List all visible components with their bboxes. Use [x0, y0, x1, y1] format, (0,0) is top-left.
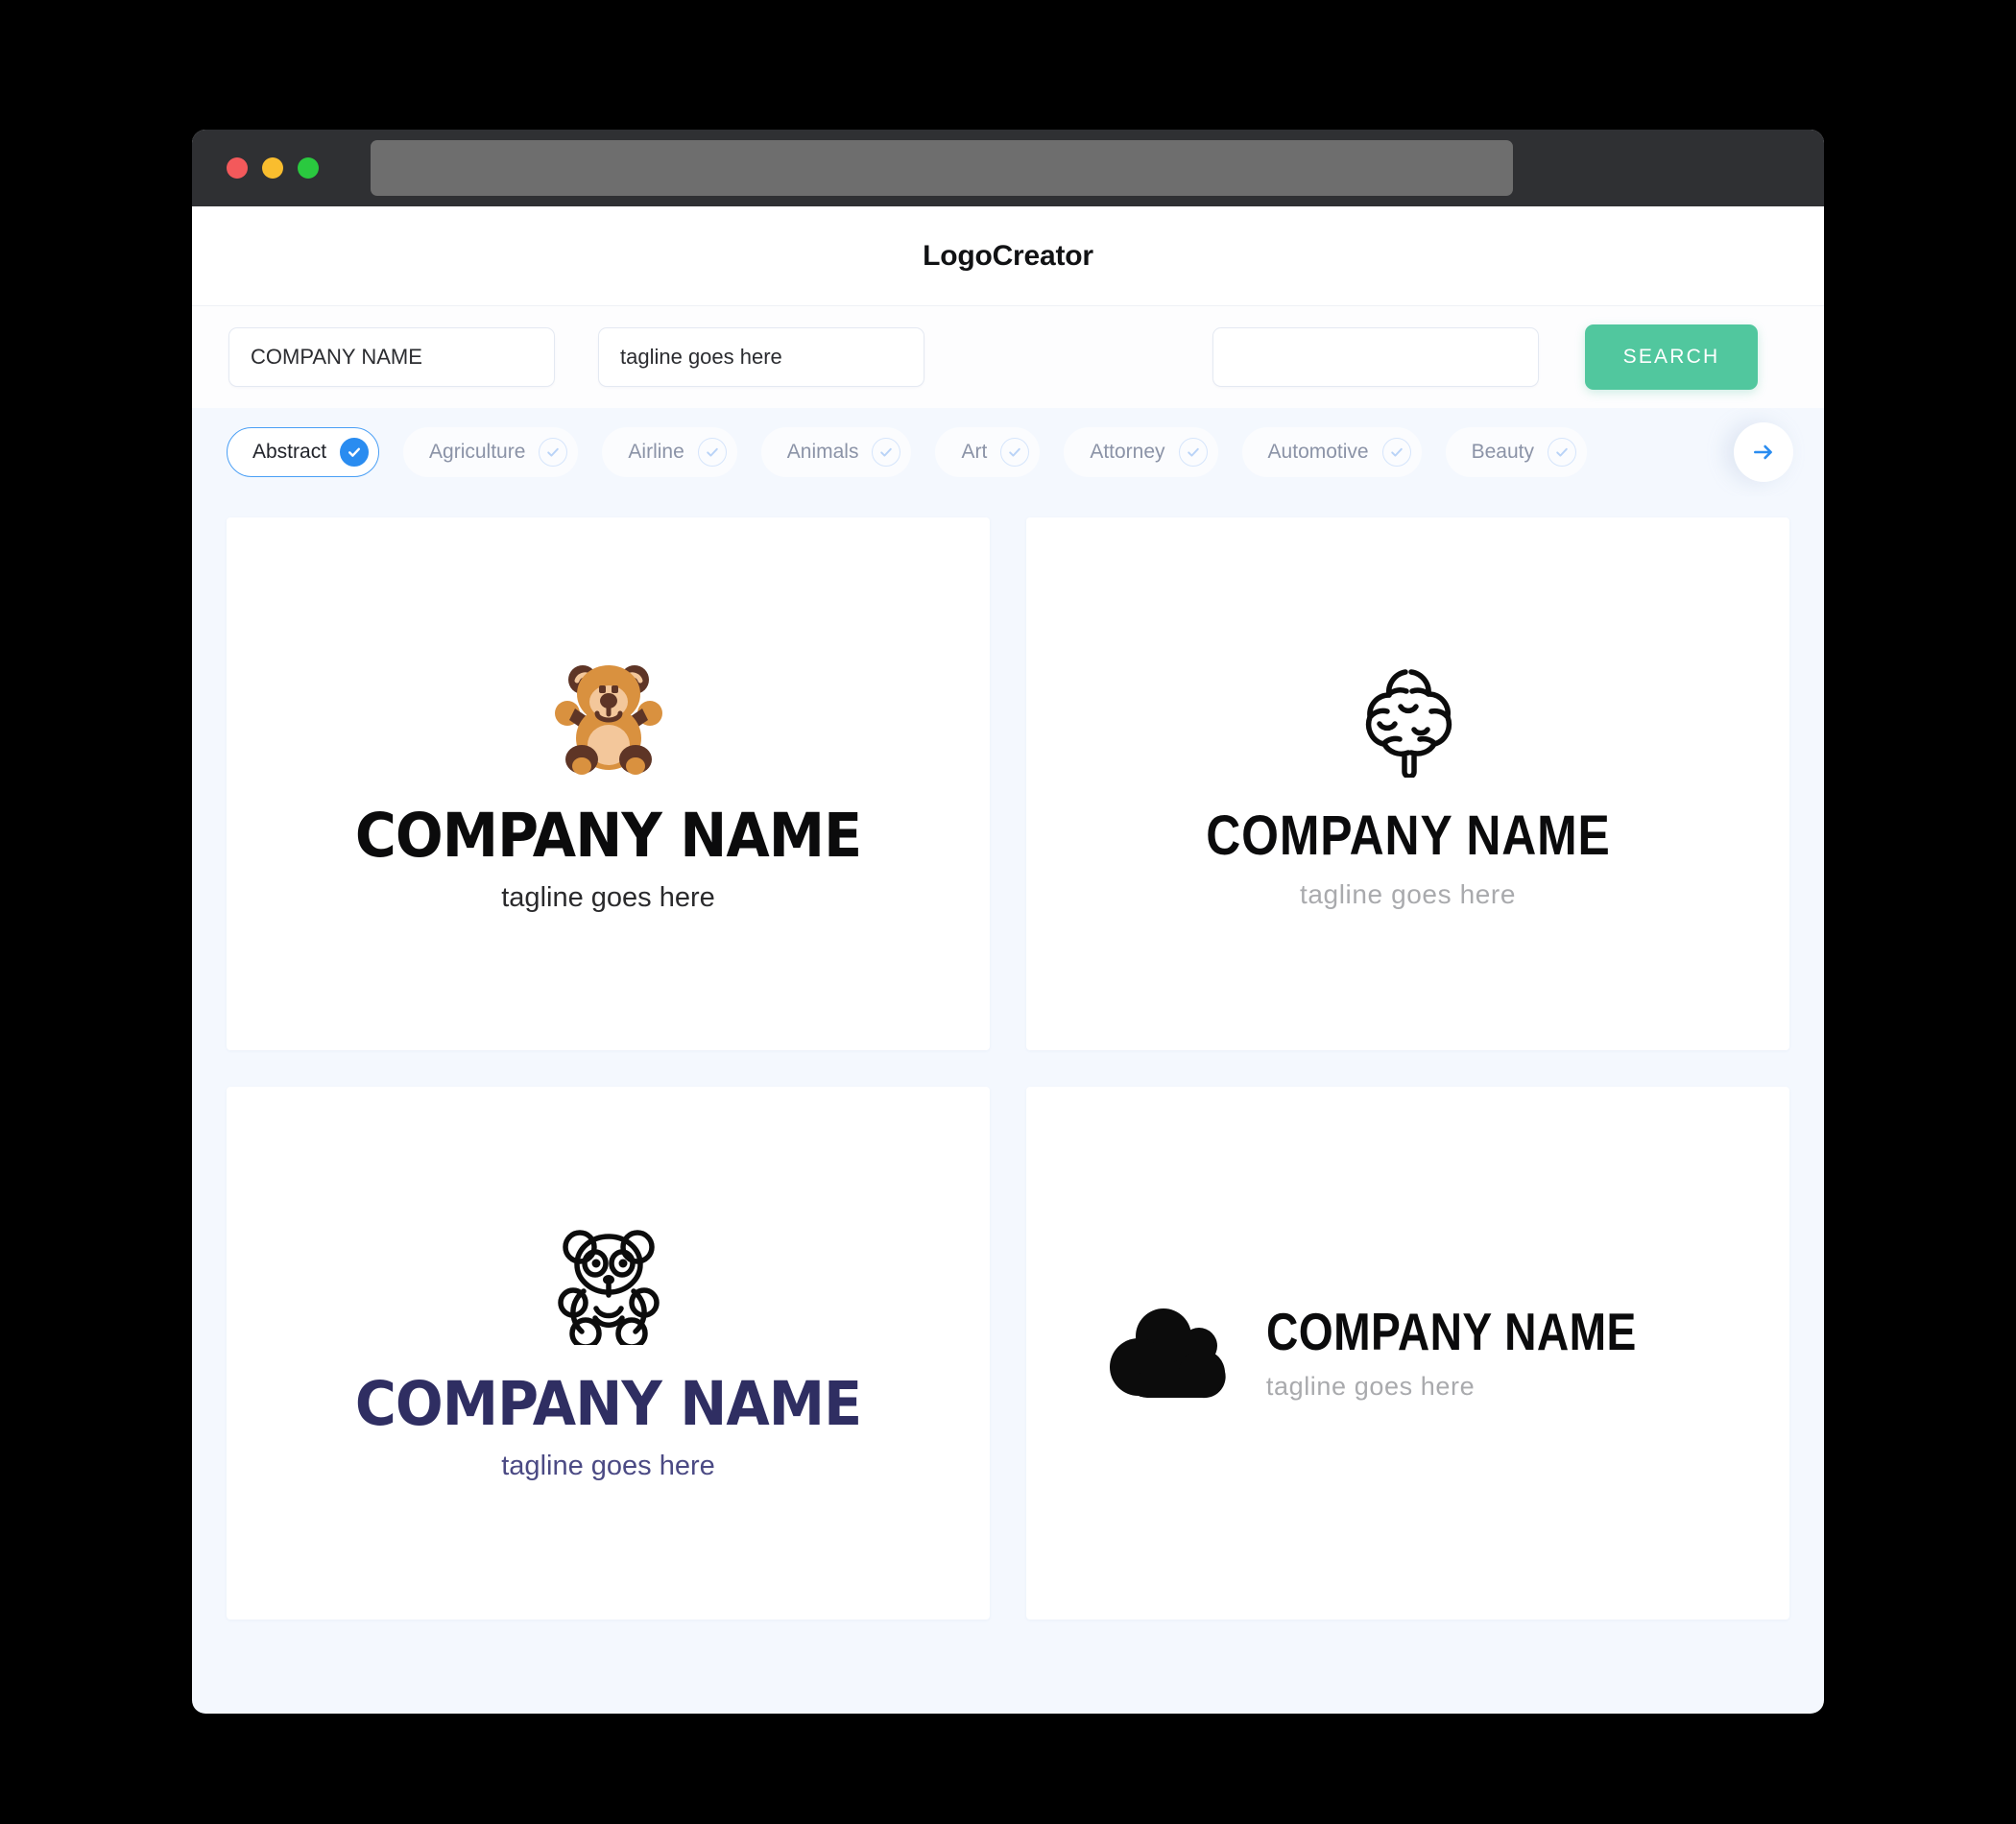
logo-tagline: tagline goes here — [1265, 1371, 1476, 1401]
page-title: LogoCreator — [923, 239, 1093, 272]
category-chip-abstract[interactable]: Abstract — [227, 427, 380, 477]
next-categories-button[interactable] — [1734, 422, 1793, 482]
check-icon — [1178, 438, 1208, 467]
panda-outline-icon — [557, 1230, 660, 1345]
category-chip-label: Beauty — [1471, 441, 1534, 463]
check-icon — [1381, 438, 1411, 467]
logo-company-name: COMPANY NAME — [1265, 1301, 1637, 1361]
category-chip-label: Automotive — [1267, 441, 1369, 463]
window-controls — [227, 157, 319, 179]
category-chip-label: Agriculture — [429, 441, 526, 463]
category-chip-automotive[interactable]: Automotive — [1241, 427, 1422, 477]
check-icon — [1000, 438, 1030, 467]
minimize-window-button[interactable] — [262, 157, 283, 179]
close-window-button[interactable] — [227, 157, 248, 179]
logo-card[interactable]: COMPANY NAME tagline goes here — [1026, 517, 1789, 1050]
check-icon — [340, 438, 370, 467]
logo-preview: COMPANY NAME tagline goes here — [336, 1224, 880, 1482]
browser-titlebar — [192, 130, 1824, 206]
category-chip-label: Animals — [786, 441, 859, 463]
logo-tagline: tagline goes here — [1299, 878, 1517, 909]
cloud-icon — [1109, 1308, 1226, 1398]
logo-card[interactable]: COMPANY NAME tagline goes here — [227, 517, 990, 1050]
app-header: LogoCreator — [192, 206, 1824, 305]
category-chip-animals[interactable]: Animals — [760, 427, 912, 477]
logo-tagline: tagline goes here — [501, 882, 715, 913]
arrow-right-icon — [1754, 444, 1772, 460]
browser-window: LogoCreator COMPANY NAME tagline goes he… — [192, 130, 1824, 1714]
teddy-bear-icon — [554, 665, 662, 775]
keyword-input[interactable] — [1212, 327, 1539, 387]
category-chip-label: Attorney — [1090, 441, 1165, 463]
category-chip-airline[interactable]: Airline — [602, 427, 737, 477]
logo-tagline: tagline goes here — [501, 1451, 715, 1481]
url-bar[interactable] — [371, 140, 1513, 196]
search-toolbar: COMPANY NAME tagline goes here SEARCH — [192, 305, 1824, 408]
category-chip-beauty[interactable]: Beauty — [1445, 427, 1587, 477]
category-chip-attorney[interactable]: Attorney — [1064, 427, 1218, 477]
category-chip-label: Abstract — [252, 441, 327, 463]
category-chip-art[interactable]: Art — [935, 427, 1041, 477]
tagline-input[interactable]: tagline goes here — [598, 327, 924, 387]
logo-preview: COMPANY NAME tagline goes here — [336, 654, 880, 914]
maximize-window-button[interactable] — [298, 157, 319, 179]
company-name-input[interactable]: COMPANY NAME — [228, 327, 555, 387]
search-button[interactable]: SEARCH — [1585, 324, 1758, 390]
logo-company-name: COMPANY NAME — [1205, 804, 1611, 867]
logo-company-name: COMPANY NAME — [354, 801, 862, 871]
category-chip-label: Airline — [628, 441, 684, 463]
check-icon — [1548, 438, 1576, 467]
tree-outline-icon — [1365, 668, 1452, 778]
logo-card[interactable]: COMPANY NAME tagline goes here — [227, 1087, 990, 1620]
logo-company-name: COMPANY NAME — [354, 1369, 862, 1439]
logo-preview: COMPANY NAME tagline goes here — [1173, 659, 1644, 910]
category-chip-agriculture[interactable]: Agriculture — [403, 427, 579, 477]
check-icon — [539, 438, 568, 467]
screenshot-stage: LogoCreator COMPANY NAME tagline goes he… — [0, 0, 2016, 1824]
check-icon — [697, 438, 727, 467]
logo-preview: COMPANY NAME tagline goes here — [1109, 1301, 1707, 1402]
logo-card[interactable]: COMPANY NAME tagline goes here — [1026, 1087, 1789, 1620]
category-filter-bar: Abstract Agriculture Airline Animals Art… — [192, 408, 1824, 496]
category-chip-label: Art — [961, 441, 988, 463]
check-icon — [872, 438, 901, 467]
logo-results-grid: COMPANY NAME tagline goes here COMPANY N… — [192, 496, 1824, 1648]
